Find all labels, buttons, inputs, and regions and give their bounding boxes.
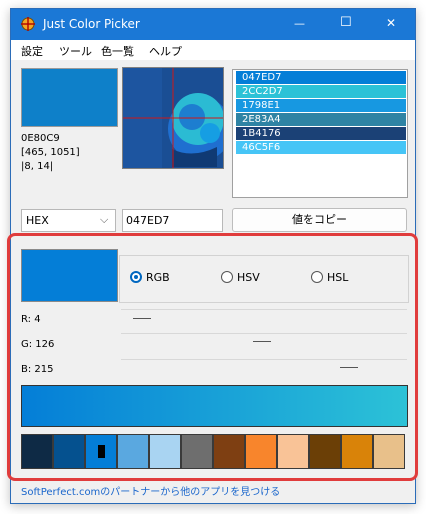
close-button[interactable]: ✕ [369,9,415,40]
close-icon: ✕ [386,16,397,30]
menu-bar: 設定 ツール 色一覧 ヘルプ [11,40,415,60]
history-item[interactable]: 047ED7 [236,71,406,84]
maximize-button[interactable]: ☐ [323,9,369,40]
color-history-list[interactable]: 047ED7 2CC2D7 1798E1 2E83A4 1B4176 46C5F… [232,69,408,198]
menu-tools[interactable]: ツール [59,43,92,59]
picked-color-swatch [21,68,118,127]
title-bar[interactable]: Just Color Picker — ☐ ✕ [11,9,415,40]
history-item[interactable]: 1798E1 [236,99,406,112]
format-select-value: HEX [26,214,49,227]
minimize-icon: — [294,17,305,30]
history-item[interactable]: 2CC2D7 [236,85,406,98]
maximize-icon: ☐ [340,15,352,30]
highlight-frame [7,233,418,481]
menu-help[interactable]: ヘルプ [149,43,182,59]
color-value-text: 047ED7 [126,214,170,227]
cursor-coordinates: [465, 1051] [21,147,80,158]
history-item[interactable]: 46C5F6 [236,141,406,154]
magnifier-view [122,67,224,169]
app-logo-icon [21,17,35,31]
history-item[interactable]: 1B4176 [236,127,406,140]
minimize-button[interactable]: — [277,9,323,40]
cursor-offset: |8, 14| [21,161,54,172]
menu-settings[interactable]: 設定 [21,43,43,59]
partner-apps-link[interactable]: SoftPerfect.comのパートナーから他のアプリを見つける [21,483,280,498]
color-value-field[interactable]: 047ED7 [122,209,223,232]
picked-color-hex: 0E80C9 [21,133,60,144]
copy-value-button[interactable]: 値をコピー [232,208,407,232]
format-select[interactable]: HEX ⌵ [21,209,116,232]
window-title: Just Color Picker [43,17,140,31]
chevron-down-icon: ⌵ [100,213,109,226]
menu-color-list[interactable]: 色一覧 [101,43,134,59]
history-item[interactable]: 2E83A4 [236,113,406,126]
